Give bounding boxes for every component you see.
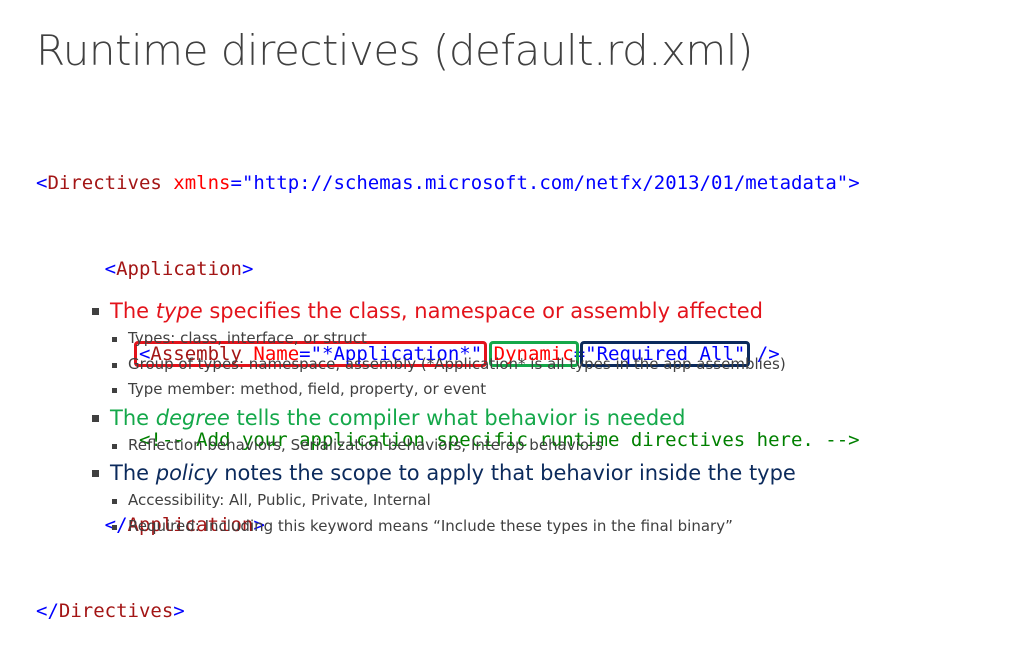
- bullet-text: The: [110, 405, 156, 430]
- code-line-application-open: <Application>: [36, 255, 860, 284]
- bullet-text: The: [110, 461, 156, 485]
- code-bracket: <: [36, 172, 48, 194]
- bullet-text: notes the scope to apply that behavior i…: [217, 461, 796, 485]
- code-bracket: </: [36, 599, 59, 622]
- code-line-directives-open: <Directives xmlns="http://schemas.micros…: [36, 169, 860, 198]
- code-attr: xmlns: [173, 172, 231, 194]
- bullet-text: The: [110, 299, 156, 323]
- slide-title: Runtime directives (default.rd.xml): [36, 26, 753, 75]
- code-bracket: >: [848, 172, 860, 194]
- sub-bullet: Group of types: namespace, assembly (*Ap…: [112, 352, 992, 378]
- bullet-list: The type specifies the class, namespace …: [92, 296, 992, 539]
- code-bracket: >: [173, 599, 185, 622]
- sub-bullet: Required: Including this keyword means “…: [112, 514, 992, 540]
- bullet-keyword: degree: [155, 405, 230, 430]
- sub-bullet: Reflection behaviors, Serialization beha…: [112, 433, 992, 459]
- code-eq: =: [230, 172, 242, 194]
- bullet-type: The type specifies the class, namespace …: [92, 296, 992, 326]
- code-line-directives-close: </Directives>: [36, 597, 860, 626]
- code-tag: Directives: [58, 599, 174, 622]
- bullet-keyword: policy: [155, 461, 218, 485]
- bullet-keyword: type: [155, 299, 203, 323]
- bullet-policy: The policy notes the scope to apply that…: [92, 458, 992, 488]
- code-value: "http://schemas.microsoft.com/netfx/2013…: [241, 172, 849, 194]
- code-tag: Directives: [47, 172, 162, 194]
- bullet-text: tells the compiler what behavior is need…: [229, 405, 686, 430]
- bullet-text: specifies the class, namespace or assemb…: [202, 299, 763, 323]
- code-bracket: <: [104, 257, 117, 280]
- sub-bullet: Accessibility: All, Public, Private, Int…: [112, 488, 992, 514]
- sub-bullet: Type member: method, field, property, or…: [112, 377, 992, 403]
- code-tag: Application: [116, 257, 242, 280]
- code-bracket: >: [241, 257, 254, 280]
- bullet-degree: The degree tells the compiler what behav…: [92, 403, 992, 433]
- sub-bullet: Types: class, interface, or struct: [112, 326, 992, 352]
